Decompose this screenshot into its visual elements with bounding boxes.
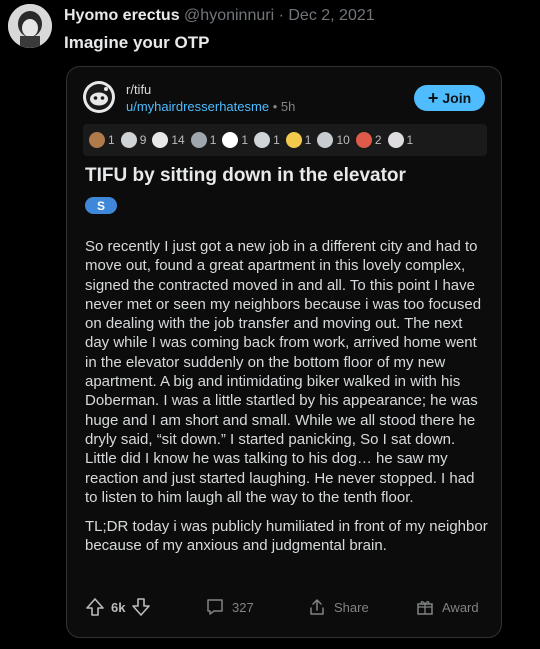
share-icon [307,597,327,617]
award-count: 1 [241,133,249,147]
award-count: 10 [336,133,350,147]
tweet-header: Hyomo erectus @hyoninnuri · Dec 2, 2021 [64,7,375,25]
award-chip[interactable]: 1 [190,132,217,148]
award-icon [190,132,207,148]
share-button[interactable]: Share [307,597,369,617]
comment-count: 327 [232,599,254,615]
award-count: 1 [406,133,414,147]
reddit-post-card[interactable]: r/tifu u/myhairdresserhatesme • 5h + Joi… [66,66,502,638]
vote-controls: 6k [85,597,151,617]
award-count: 14 [171,133,185,147]
comment-icon [205,597,225,617]
body-paragraph: So recently I just got a new job in a di… [85,238,482,506]
award-count: 1 [273,133,280,147]
post-body: So recently I just got a new job in a di… [85,237,489,566]
post-age: 5h [280,99,296,114]
action-bar: 6k 327 Share Award [85,597,487,623]
author-handle[interactable]: @hyoninnuri [184,7,274,24]
award-count: 2 [374,133,382,147]
join-label: Join [442,90,472,106]
award-icon [254,132,271,148]
award-icon [222,132,239,148]
award-count: 1 [304,133,312,147]
plus-icon: + [427,88,439,108]
award-chip[interactable]: 1 [254,132,280,148]
award-chip[interactable]: 10 [317,132,350,148]
award-chip[interactable]: 2 [355,132,382,148]
join-button[interactable]: + Join [414,85,485,111]
comments-button[interactable]: 327 [205,597,254,617]
post-title[interactable]: TIFU by sitting down in the elevator [85,165,406,187]
post-flair[interactable]: S [85,197,117,214]
tweet-text: Imagine your OTP [64,33,210,52]
award-icon [317,132,334,148]
award-icon [285,132,302,148]
body-paragraph: TL;DR today i was publicly humiliated in… [85,518,488,555]
award-icon [120,132,137,148]
author-name[interactable]: Hyomo erectus [64,7,180,24]
award-chip[interactable]: 14 [152,132,185,148]
meta-separator: • [272,99,278,114]
award-chip[interactable]: 1 [285,132,312,148]
award-chip[interactable]: 9 [120,132,147,148]
award-label: Award [442,599,479,615]
upvote-icon[interactable] [85,597,105,617]
award-count: 9 [139,133,147,147]
tweet-date[interactable]: Dec 2, 2021 [288,7,374,24]
award-icon [152,132,169,148]
award-button[interactable]: Award [415,597,479,617]
award-chip[interactable]: 1 [222,132,248,148]
award-icon [355,132,372,148]
award-chip[interactable]: 1 [387,132,414,148]
subreddit-name[interactable]: r/tifu [126,82,151,97]
separator: · [278,7,284,24]
award-icon [89,132,105,148]
awards-bar[interactable]: 1 9 14 1 1 1 1 10 2 1 [83,124,487,156]
gift-icon [415,597,435,617]
post-author[interactable]: u/myhairdresserhatesme [126,99,269,114]
award-chip[interactable]: 1 [89,132,115,148]
award-count: 1 [108,133,115,147]
share-label: Share [334,599,369,615]
award-count: 1 [209,133,217,147]
post-meta: u/myhairdresserhatesme • 5h [126,99,295,114]
award-icon [387,132,404,148]
subreddit-icon[interactable] [83,81,115,113]
vote-count: 6k [111,599,126,615]
tweet-avatar[interactable] [8,4,52,48]
downvote-icon[interactable] [131,597,151,617]
